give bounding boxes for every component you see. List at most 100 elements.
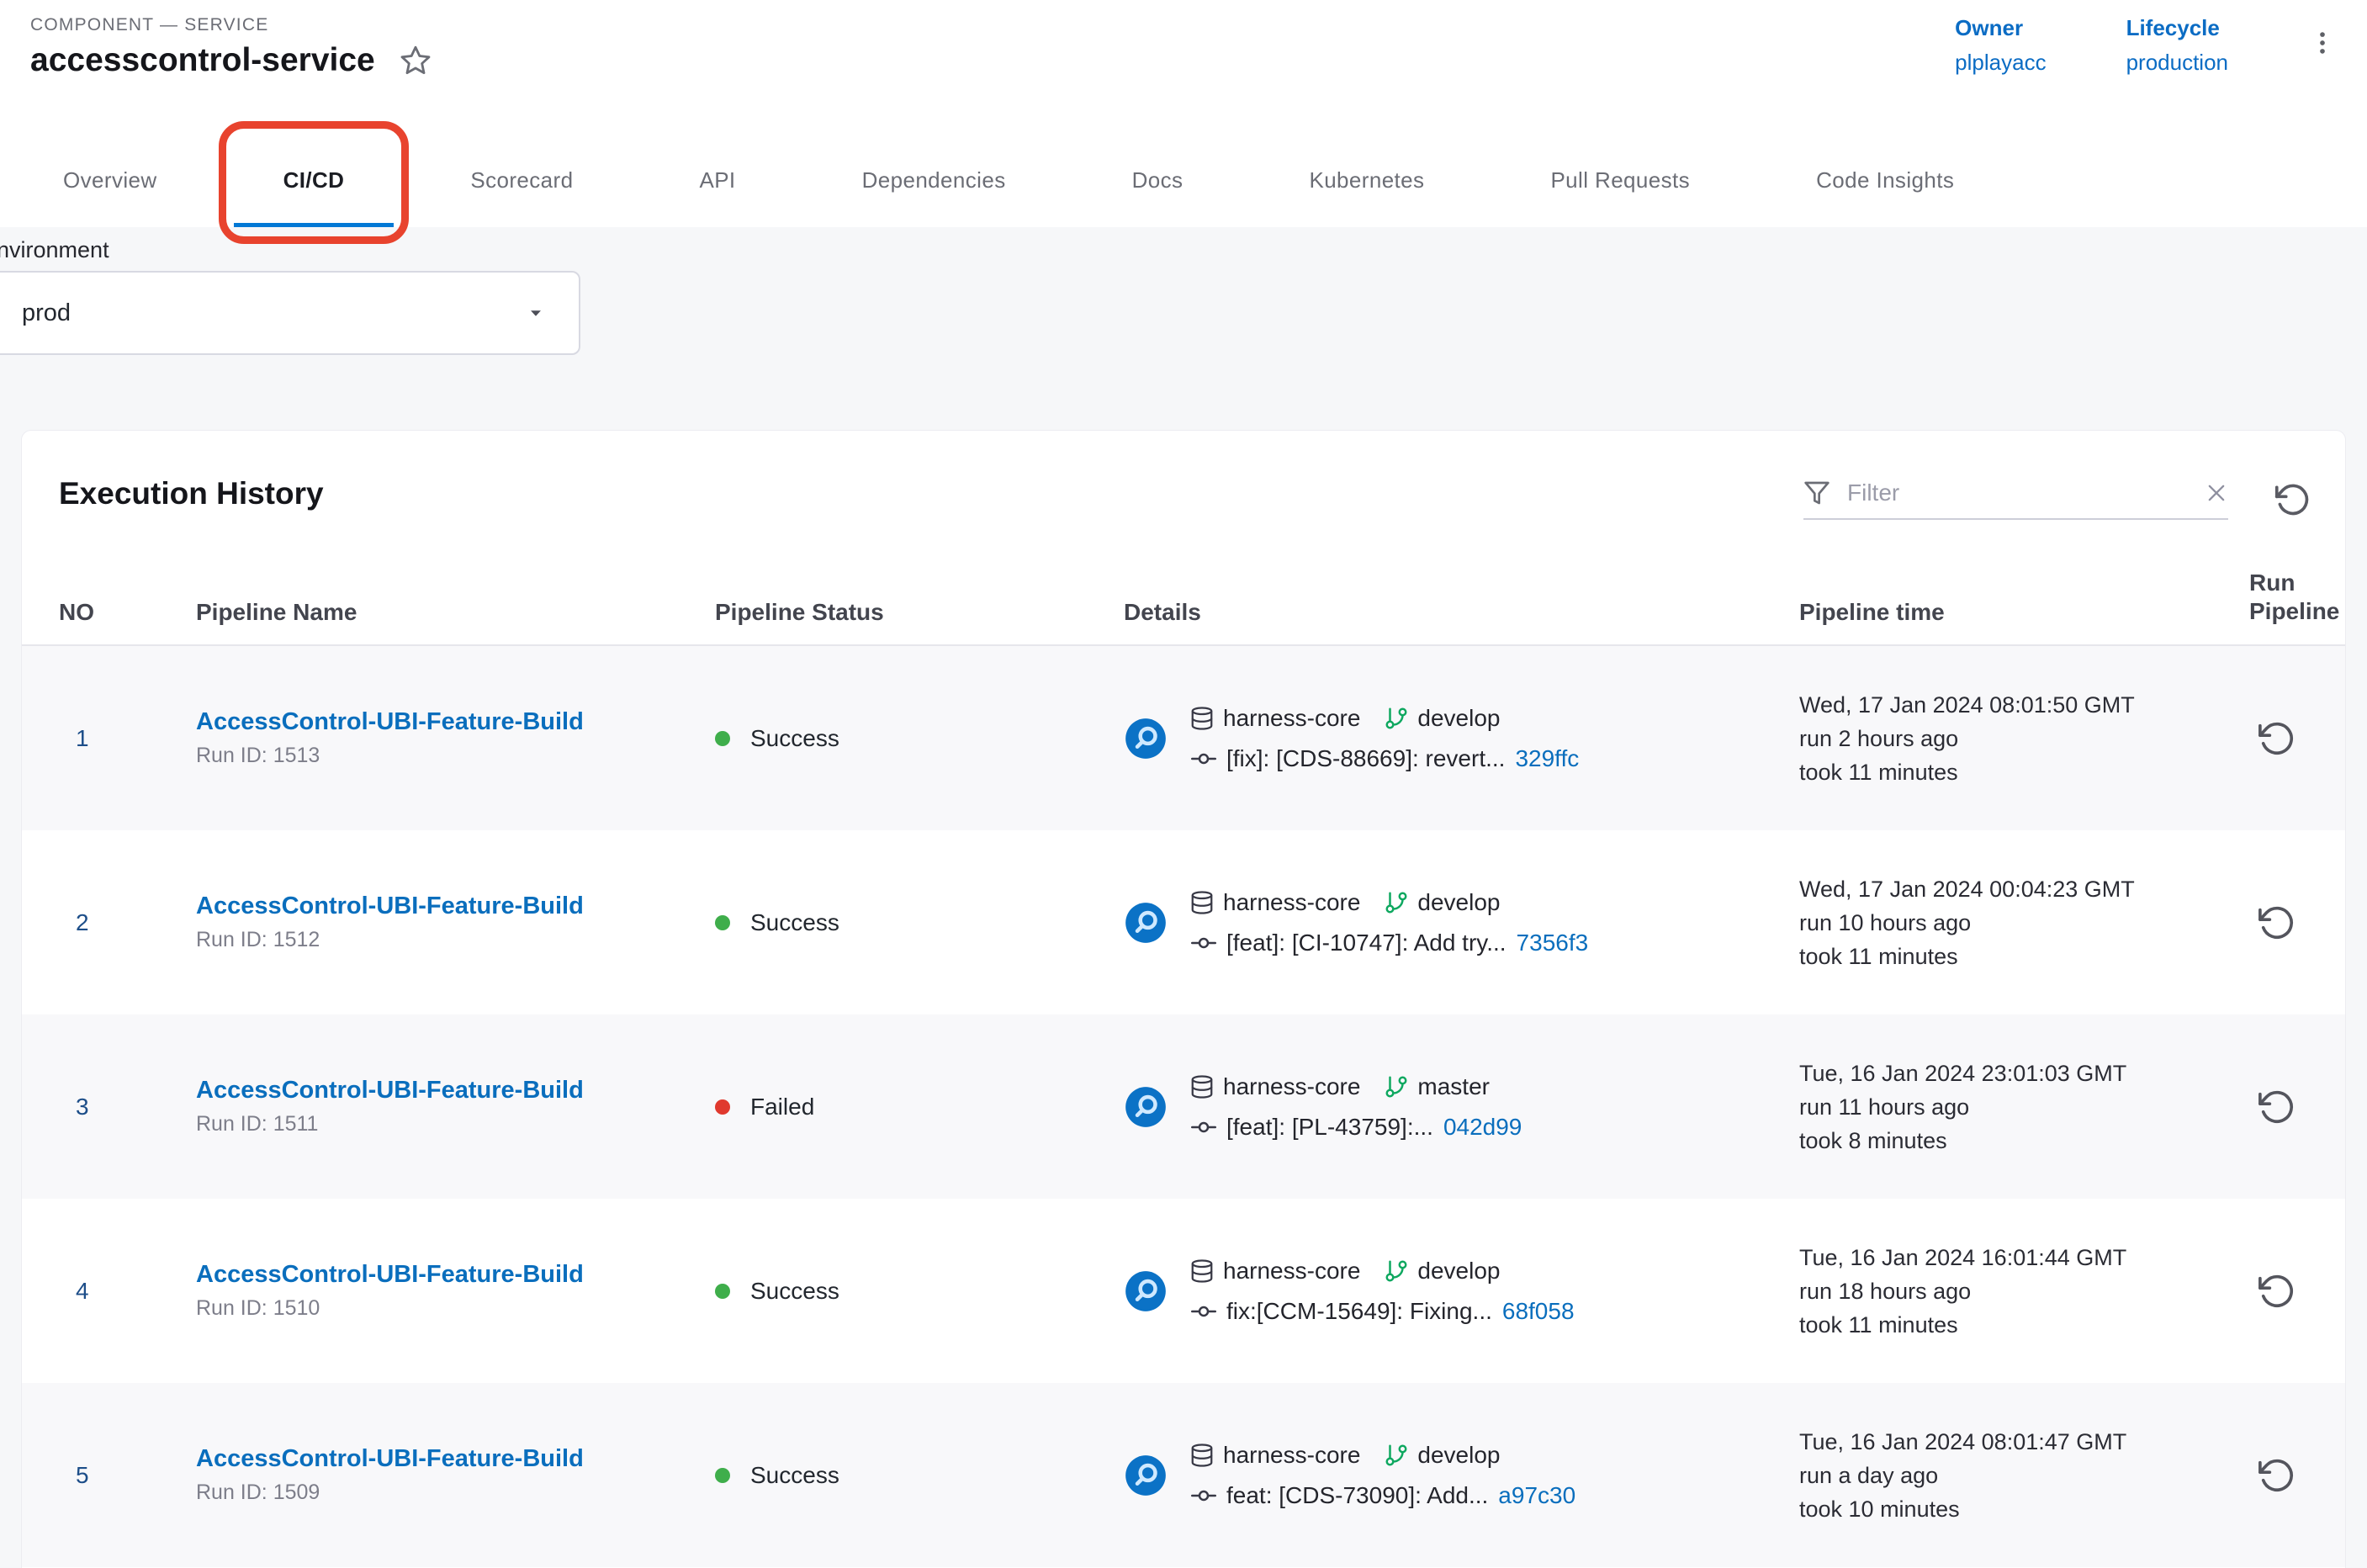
filter-box <box>1803 479 2228 520</box>
tab[interactable]: Scorecard <box>416 133 627 227</box>
tab[interactable]: Kubernetes <box>1254 133 1479 227</box>
tab-label: Kubernetes <box>1309 167 1424 193</box>
pipeline-time-cell: Tue, 16 Jan 2024 23:01:03 GMT run 11 hou… <box>1778 1057 2209 1157</box>
tab-label: Docs <box>1132 167 1184 193</box>
refresh-button[interactable] <box>2274 481 2311 518</box>
repo-name: harness-core <box>1223 1070 1360 1104</box>
status-text: Success <box>750 1278 839 1305</box>
details-cell: harness-core develop <box>1103 886 1778 960</box>
run-id: Run ID: 1511 <box>196 1112 694 1136</box>
commit-line: [feat]: [CI-10747]: Add try... 7356f3 <box>1189 926 1588 960</box>
table-row: 3 AccessControl-UBI-Feature-Build Run ID… <box>22 1014 2345 1199</box>
pipeline-name-link[interactable]: AccessControl-UBI-Feature-Build <box>196 708 694 736</box>
pipeline-time-date: Tue, 16 Jan 2024 08:01:47 GMT <box>1799 1425 2209 1459</box>
run-pipeline-cell <box>2209 903 2345 942</box>
overflow-menu-button[interactable] <box>2308 29 2337 57</box>
status-dot <box>715 1099 730 1115</box>
meta-value-link[interactable]: plplayacc <box>1955 50 2046 76</box>
git-branch-icon <box>1384 1258 1409 1284</box>
x-icon <box>2205 481 2228 505</box>
git-commit-icon <box>1189 1483 1218 1508</box>
pipeline-badge-icon <box>1124 717 1168 760</box>
tab[interactable]: Dependencies <box>808 133 1061 227</box>
caret-down-icon <box>525 302 547 324</box>
pipeline-name-link[interactable]: AccessControl-UBI-Feature-Build <box>196 1077 694 1104</box>
detail-lines: harness-core develop <box>1189 702 1579 776</box>
commit-message: [feat]: [CI-10747]: Add try... <box>1226 926 1507 960</box>
page-header: COMPONENT — SERVICE accesscontrol-servic… <box>0 0 2367 227</box>
clear-filter-button[interactable] <box>2205 481 2228 505</box>
rerun-icon <box>2258 903 2296 942</box>
rerun-pipeline-button[interactable] <box>2258 1088 2296 1126</box>
status-dot <box>715 1284 730 1299</box>
row-number: 2 <box>22 909 196 936</box>
pipeline-status-cell: Success <box>694 725 1103 752</box>
tab[interactable]: Code Insights <box>1761 133 2009 227</box>
active-tab-underline <box>234 223 394 227</box>
commit-message: feat: [CDS-73090]: Add... <box>1226 1479 1488 1512</box>
tab-label: Code Insights <box>1816 167 1954 193</box>
git-commit-icon <box>1189 1299 1218 1324</box>
pipeline-name-cell: AccessControl-UBI-Feature-Build Run ID: … <box>196 893 694 952</box>
pipeline-name-cell: AccessControl-UBI-Feature-Build Run ID: … <box>196 1445 694 1505</box>
repo-name: harness-core <box>1223 702 1360 735</box>
tab-label: Dependencies <box>862 167 1006 193</box>
commit-hash-link[interactable]: 68f058 <box>1502 1295 1575 1328</box>
environment-select[interactable]: prod <box>0 271 580 355</box>
environment-label: Environment <box>0 237 109 263</box>
filter-input[interactable] <box>1847 479 2188 506</box>
tab[interactable]: API <box>644 133 790 227</box>
column-header-no: NO <box>22 599 196 626</box>
pipeline-name-link[interactable]: AccessControl-UBI-Feature-Build <box>196 1445 694 1473</box>
rerun-pipeline-button[interactable] <box>2258 1272 2296 1311</box>
row-number: 1 <box>22 725 196 752</box>
table-row: 5 AccessControl-UBI-Feature-Build Run ID… <box>22 1383 2345 1567</box>
table-row: 1 AccessControl-UBI-Feature-Build Run ID… <box>22 646 2345 830</box>
favorite-button[interactable] <box>399 44 432 77</box>
repo-branch-line: harness-core develop <box>1189 886 1588 919</box>
commit-message: fix:[CCM-15649]: Fixing... <box>1226 1295 1492 1328</box>
commit-line: [fix]: [CDS-88669]: revert... 329ffc <box>1189 742 1579 776</box>
pipeline-time-ago: run a day ago <box>1799 1459 2209 1492</box>
repo-branch-line: harness-core develop <box>1189 1438 1575 1472</box>
commit-hash-link[interactable]: 329ffc <box>1515 742 1579 776</box>
commit-hash-link[interactable]: 042d99 <box>1443 1110 1522 1144</box>
column-header-details: Details <box>1103 599 1778 626</box>
pipeline-name-link[interactable]: AccessControl-UBI-Feature-Build <box>196 893 694 920</box>
rerun-icon <box>2258 719 2296 758</box>
repo-icon <box>1189 1074 1215 1099</box>
pipeline-time-duration: took 11 minutes <box>1799 1308 2209 1342</box>
tab-label: CI/CD <box>283 167 345 193</box>
pipeline-name-link[interactable]: AccessControl-UBI-Feature-Build <box>196 1261 694 1289</box>
rerun-pipeline-button[interactable] <box>2258 1456 2296 1495</box>
pipeline-time-cell: Wed, 17 Jan 2024 00:04:23 GMT run 10 hou… <box>1778 872 2209 973</box>
branch-name: develop <box>1417 1438 1500 1472</box>
tab[interactable]: CI/CD <box>229 133 400 227</box>
column-header-time: Pipeline time <box>1778 599 2209 626</box>
rerun-pipeline-button[interactable] <box>2258 719 2296 758</box>
rerun-pipeline-button[interactable] <box>2258 903 2296 942</box>
pipeline-time-cell: Tue, 16 Jan 2024 08:01:47 GMT run a day … <box>1778 1425 2209 1526</box>
tab[interactable]: Docs <box>1078 133 1238 227</box>
repo-branch-line: harness-core develop <box>1189 702 1579 735</box>
tab[interactable]: Overview <box>8 133 212 227</box>
git-branch-icon <box>1384 890 1409 915</box>
status-dot <box>715 731 730 746</box>
rerun-icon <box>2258 1456 2296 1495</box>
tab[interactable]: Pull Requests <box>1496 133 1745 227</box>
repo-name: harness-core <box>1223 886 1360 919</box>
pipeline-time-duration: took 11 minutes <box>1799 755 2209 789</box>
run-id: Run ID: 1510 <box>196 1296 694 1321</box>
status-text: Success <box>750 909 839 936</box>
tab-label: API <box>699 167 735 193</box>
pipeline-time-date: Tue, 16 Jan 2024 16:01:44 GMT <box>1799 1241 2209 1274</box>
pipeline-status-cell: Success <box>694 1462 1103 1489</box>
row-number: 5 <box>22 1462 196 1489</box>
commit-hash-link[interactable]: 7356f3 <box>1517 926 1589 960</box>
tab-label: Scorecard <box>470 167 573 193</box>
meta-value-link[interactable]: production <box>2126 50 2228 76</box>
status-text: Success <box>750 1462 839 1489</box>
commit-message: [fix]: [CDS-88669]: revert... <box>1226 742 1505 776</box>
commit-hash-link[interactable]: a97c30 <box>1498 1479 1575 1512</box>
run-pipeline-cell <box>2209 1456 2345 1495</box>
